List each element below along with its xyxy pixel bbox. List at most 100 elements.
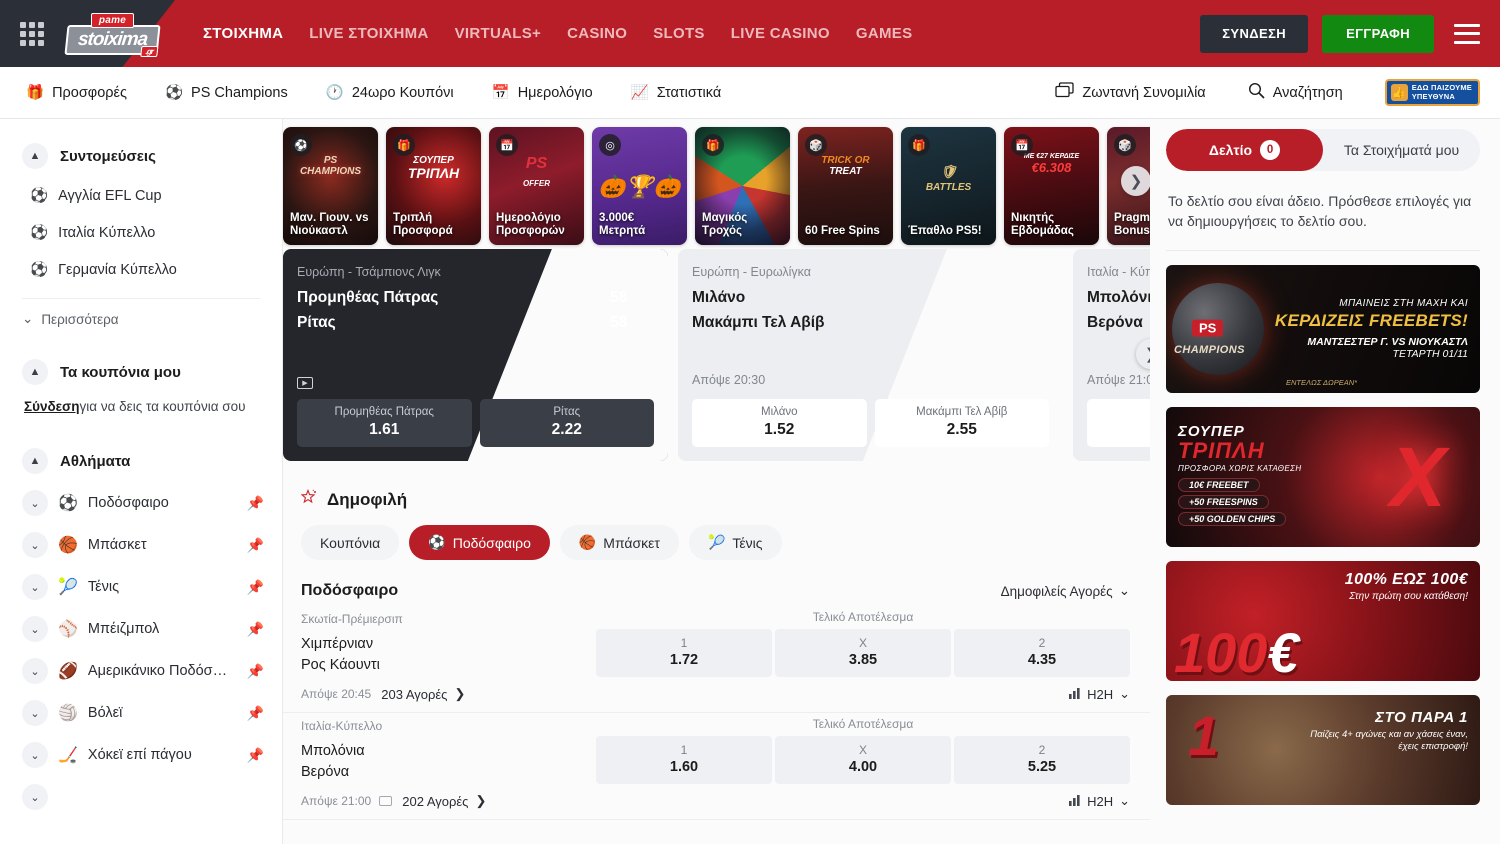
pin-icon[interactable]: 📌 [247,537,264,554]
banner-line-2: ΚΕΡΔΙΖΕΙΣ FREEBETS! [1275,311,1468,331]
odds-button[interactable]: Ρίτας 2.22 [480,399,655,447]
sidebar-section-my-coupons[interactable]: ▲ Τα κουπόνια μου [0,351,282,393]
promo-carousel-next-button[interactable]: ❯ [1121,166,1150,196]
subnav-item-prosfores[interactable]: 🎁 Προσφορές [26,84,127,101]
tab-betslip[interactable]: Δελτίο 0 [1166,129,1323,171]
sidebar-more-button[interactable]: ⌄ Περισσότερα [22,298,260,339]
promo-banner-sto-para-1[interactable]: 1 ΣΤΟ ΠΑΡΑ 1 Παίζεις 4+ αγώνες και αν χά… [1166,695,1480,805]
promo-card-imerologio-prosforon[interactable]: 📅 PSOFFER Ημερολόγιο Προσφορών [489,127,584,245]
odds-button-x[interactable]: X 4.00 [775,736,951,784]
promo-card-60-free-spins[interactable]: 🎲 TRICK ORTREAT 60 Free Spins [798,127,893,245]
pin-icon[interactable]: 📌 [247,621,264,638]
tv-stream-icon[interactable] [379,796,392,806]
american-football-icon: 🏈 [58,661,78,681]
tab-tennis[interactable]: 🎾 Τένις [689,525,782,560]
chevron-down-icon[interactable]: ⌄ [22,742,48,768]
pin-icon[interactable]: 📌 [247,495,264,512]
sidebar-item-ice-hockey[interactable]: ⌄ 🏒 Χόκεϊ επί πάγου 📌 [0,734,282,776]
promo-card-magic-wheel[interactable]: 🎁 Μαγικός Τροχός [695,127,790,245]
sidebar-item-baseball[interactable]: ⌄ ⚾ Μπέιζμπολ 📌 [0,608,282,650]
promo-banner-welcome-100[interactable]: 100€ 100% ΕΩΣ 100€ Στην πρώτη σου κατάθε… [1166,561,1480,681]
promo-banner-ps-champions[interactable]: PS CHAMPIONS ΜΠΑΙΝΕΙΣ ΣΤΗ ΜΑΧΗ ΚΑΙ ΚΕΡΔΙ… [1166,265,1480,393]
odds-button[interactable]: Προμηθέας Πάτρας 1.61 [297,399,472,447]
odds-button[interactable]: 1 1.60 [1087,399,1150,447]
chevron-down-icon[interactable]: ⌄ [22,532,48,558]
sidebar-item-basket[interactable]: ⌄ 🏀 Μπάσκετ 📌 [0,524,282,566]
subnav-item-24wro-koupnoni[interactable]: 🕐 24ωρο Κουπόνι [326,84,454,101]
responsible-gaming-badge[interactable]: 👍 ΕΔΩ ΠΑΙΖΟΥΜΕ ΥΠΕΥΘΥΝΑ [1385,79,1480,106]
market-odds-row: 1 1.60 X 4.00 2 5.25 [596,736,1130,784]
nav-item-live-stoixima[interactable]: LIVE ΣΤΟΙΧΗΜΑ [309,25,428,42]
chevron-down-icon[interactable]: ⌄ [22,574,48,600]
site-logo[interactable]: pame stoixima .gr [60,11,165,57]
sidebar-section-shortcuts[interactable]: ▲ Συντομεύσεις [0,135,282,177]
odds-button[interactable]: Μιλάνο 1.52 [692,399,867,447]
gift-icon: 🎁 [393,134,415,156]
star-icon [301,489,318,511]
pin-icon[interactable]: 📌 [247,663,264,680]
featured-match-card[interactable]: Ευρώπη - Ευρωλίγκα Μιλάνο Μακάμπι Τελ Αβ… [678,249,1063,461]
tab-my-bets[interactable]: Τα Στοιχήματά μου [1323,129,1480,171]
tab-koupnia[interactable]: Κουπόνια [301,525,399,560]
subnav-item-ps-champions[interactable]: ⚽ PS Champions [165,84,288,101]
promo-card-tripli-prosfora[interactable]: 🎁 ΣΟΥΠΕΡΤΡΙΠΛΗ Τριπλή Προσφορά [386,127,481,245]
baseball-icon: ⚾ [58,619,78,639]
chevron-down-icon[interactable]: ⌄ [22,700,48,726]
promo-card-ps5-prize[interactable]: 🎁 🛡BATTLES Έπαθλο PS5! [901,127,996,245]
markets-selector[interactable]: Δημοφιλείς Αγορές ⌄ [1001,583,1130,599]
nav-item-games[interactable]: GAMES [856,25,913,42]
promo-card-ps-champions[interactable]: ⚽ PSCHAMPIONS Μαν. Γιουν. vs Νιούκαστλ [283,127,378,245]
register-button[interactable]: ΕΓΓΡΑΦΗ [1322,15,1434,53]
hamburger-menu-icon[interactable] [1454,24,1480,44]
nav-item-slots[interactable]: SLOTS [653,25,705,42]
match-h2h-button[interactable]: H2H ⌄ [1069,686,1130,702]
subnav-item-statistika[interactable]: 📈 Στατιστικά [631,84,722,101]
chevron-down-icon[interactable]: ⌄ [22,784,48,810]
sidebar-item-american-football[interactable]: ⌄ 🏈 Αμερικάνικο Ποδόσ… 📌 [0,650,282,692]
chevron-down-icon[interactable]: ⌄ [22,490,48,516]
search-button[interactable]: Αναζήτηση [1248,82,1343,103]
apps-grid-icon[interactable] [20,22,44,46]
promo-card-3000-cash[interactable]: ◎ 🎃🏆🎃 3.000€ Μετρητά [592,127,687,245]
odds-button-1[interactable]: 1 1.60 [596,736,772,784]
tab-basket[interactable]: 🏀 Μπάσκετ [560,525,679,560]
promo-art-text: ΜΕ €27 ΚΕΡΔΙΣΕ€6.308 [1004,153,1099,175]
sidebar-login-link[interactable]: Σύνδεση [24,399,80,414]
odds-button-x[interactable]: X 3.85 [775,629,951,677]
sidebar-item-germania-kypello[interactable]: ⚽ Γερμανία Κύπελλο [0,251,282,288]
left-sidebar: ▲ Συντομεύσεις ⚽ Αγγλία EFL Cup ⚽ Ιταλία… [0,119,283,844]
live-chat-button[interactable]: Ζωντανή Συνομιλία [1055,82,1205,103]
chevron-down-icon[interactable]: ⌄ [22,616,48,642]
sidebar-item-italia-kypello[interactable]: ⚽ Ιταλία Κύπελλο [0,214,282,251]
match-markets-link[interactable]: 203 Αγορές ❯ [381,686,465,702]
match-teams[interactable]: Ιταλία-Κύπελλο Μπολόνια Βερόνα [301,717,596,784]
odds-button-2[interactable]: 2 4.35 [954,629,1130,677]
sidebar-item-tennis[interactable]: ⌄ 🎾 Τένις 📌 [0,566,282,608]
nav-item-stoixima[interactable]: ΣΤΟΙΧΗΜΑ [203,25,283,42]
login-button[interactable]: ΣΥΝΔΕΣΗ [1200,15,1308,53]
odds-button-1[interactable]: 1 1.72 [596,629,772,677]
odds-button-2[interactable]: 2 5.25 [954,736,1130,784]
nav-item-casino[interactable]: CASINO [567,25,627,42]
chevron-down-icon[interactable]: ⌄ [22,658,48,684]
sidebar-item-podosfairo[interactable]: ⌄ ⚽ Ποδόσφαιρο 📌 [0,482,282,524]
sidebar-item-partial[interactable]: ⌄ [0,776,282,818]
match-markets-link[interactable]: 202 Αγορές ❯ [402,793,486,809]
sidebar-item-efl-cup[interactable]: ⚽ Αγγλία EFL Cup [0,177,282,214]
featured-match-card[interactable]: Ευρώπη - Τσάμπιονς Λιγκ Προμηθέας Πάτρας… [283,249,668,461]
match-teams[interactable]: Σκωτία-Πρέμιερσιπ Χιμπέρνιαν Ρος Κάουντι [301,610,596,677]
sidebar-section-sports[interactable]: ▲ Αθλήματα [0,440,282,482]
nav-item-live-casino[interactable]: LIVE CASINO [731,25,830,42]
odds-button[interactable]: Μακάμπι Τελ Αβίβ 2.55 [875,399,1050,447]
match-h2h-button[interactable]: H2H ⌄ [1069,793,1130,809]
subnav-item-imerologio[interactable]: 📅 Ημερολόγιο [492,84,593,101]
sidebar-item-volley[interactable]: ⌄ 🏐 Βόλεϊ 📌 [0,692,282,734]
promo-banner-super-tripli[interactable]: X ΣΟΥΠΕΡ ΤΡΙΠΛΗ ΠΡΟΣΦΟΡΑ ΧΩΡΙΣ ΚΑΤΑΘΕΣΗ … [1166,407,1480,547]
pin-icon[interactable]: 📌 [247,579,264,596]
promo-card-weekly-winner[interactable]: 📅 ΜΕ €27 ΚΕΡΔΙΣΕ€6.308 Νικητής Εβδομάδας [1004,127,1099,245]
nav-item-virtuals[interactable]: VIRTUALS+ [455,25,541,42]
live-stream-icon[interactable]: ▶ [297,377,313,389]
pin-icon[interactable]: 📌 [247,705,264,722]
tab-podosfairo[interactable]: ⚽ Ποδόσφαιρο [409,525,550,560]
pin-icon[interactable]: 📌 [247,747,264,764]
